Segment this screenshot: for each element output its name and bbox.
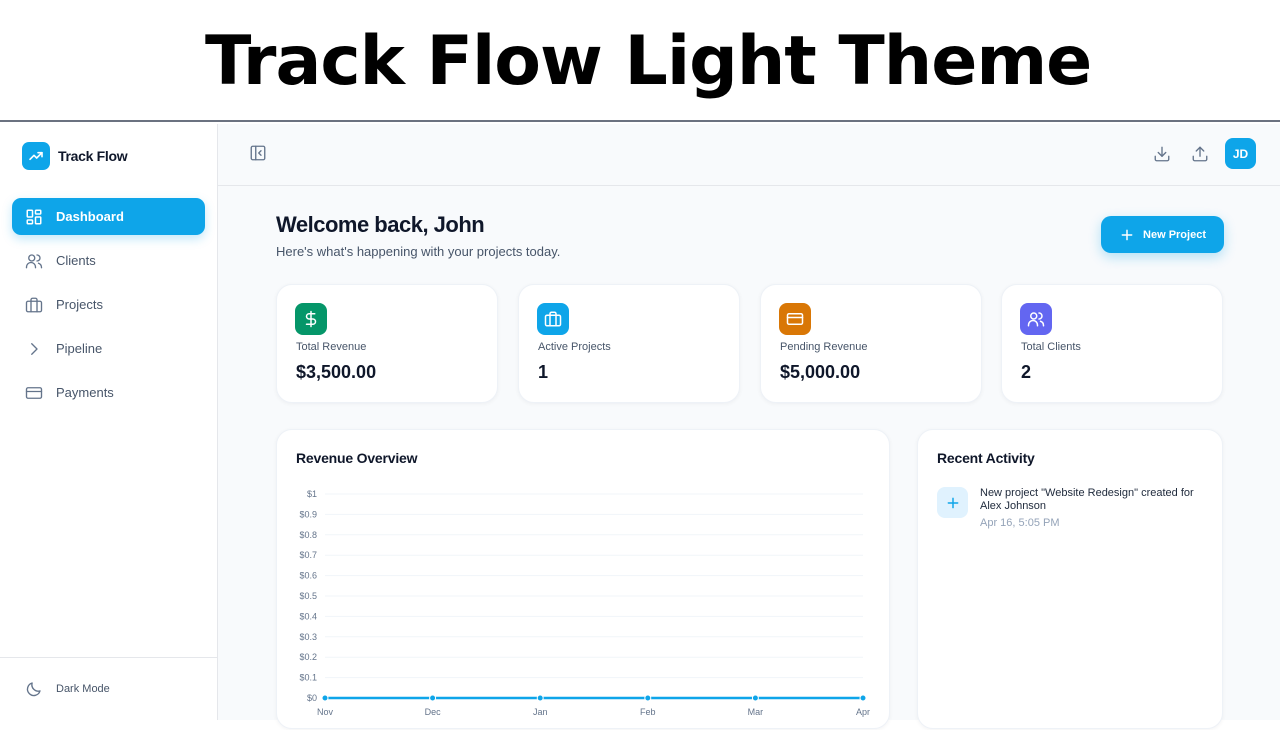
sidebar: Track Flow Dashboard Clients Projects Pi… <box>0 124 218 720</box>
recent-activity-title: Recent Activity <box>937 450 1035 466</box>
stat-label: Total Clients <box>1021 341 1081 353</box>
dark-mode-label: Dark Mode <box>56 683 110 695</box>
stat-card-total-clients: Total Clients 2 <box>1001 284 1223 403</box>
plus-icon <box>937 487 968 518</box>
dark-mode-toggle[interactable]: Dark Mode <box>0 657 217 720</box>
stat-value: $3,500.00 <box>296 362 377 382</box>
stat-label: Total Revenue <box>296 341 367 353</box>
y-tick-label: $0.7 <box>299 550 317 560</box>
plus-icon <box>1121 229 1133 240</box>
app-window: Track Flow Dashboard Clients Projects Pi… <box>0 124 1280 729</box>
y-tick-label: $0 <box>307 693 317 703</box>
y-tick-label: $0.3 <box>299 632 317 642</box>
stat-card-active-projects: Active Projects 1 <box>518 284 740 403</box>
page-title: Welcome back, John <box>276 212 485 237</box>
briefcase-icon <box>537 303 569 335</box>
data-point[interactable] <box>859 694 867 702</box>
layout-grid-icon <box>26 209 42 224</box>
sidebar-item-label: Projects <box>56 297 103 312</box>
activity-text: New project "Website Redesign" created f… <box>980 487 1194 512</box>
y-tick-label: $0.5 <box>299 591 317 601</box>
data-point[interactable] <box>644 694 652 702</box>
credit-card-icon <box>779 303 811 335</box>
data-point[interactable] <box>429 694 437 702</box>
y-tick-label: $0.6 <box>299 571 317 581</box>
credit-card-icon <box>25 386 43 399</box>
upload-icon[interactable] <box>1185 139 1215 169</box>
panel-left-close-icon[interactable] <box>249 144 267 167</box>
topbar: JD <box>218 124 1280 186</box>
stat-value: 2 <box>1021 362 1032 382</box>
welcome-header: Welcome back, John Here's what's happeni… <box>276 212 560 259</box>
x-tick-label: Apr <box>856 707 870 717</box>
moon-icon <box>26 682 41 697</box>
sidebar-nav: Dashboard Clients Projects Pipeline Paym… <box>12 198 205 418</box>
stat-card-pending-revenue: Pending Revenue $5,000.00 <box>760 284 982 403</box>
x-tick-label: Jan <box>533 707 548 717</box>
new-project-label: New Project <box>1143 228 1206 241</box>
y-tick-label: $0.9 <box>299 509 317 519</box>
chevron-right-icon <box>31 342 38 355</box>
revenue-chart: $0 $0.1 $0.2 $0.3 $0.4 $0.5 $0.6 $0.7 $0.8 $0.9 $1… <box>299 489 870 717</box>
avatar[interactable]: JD <box>1225 138 1256 169</box>
sidebar-item-label: Clients <box>56 253 96 268</box>
dollar-icon <box>295 303 327 335</box>
activity-time: Apr 16, 5:05 PM <box>980 517 1060 529</box>
sidebar-item-label: Dashboard <box>56 209 124 224</box>
x-tick-label: Mar <box>748 707 764 717</box>
banner: Track Flow Light Theme <box>0 0 1280 122</box>
trending-up-icon <box>22 142 50 170</box>
data-point[interactable] <box>321 694 329 702</box>
banner-title: Track Flow Light Theme <box>205 22 1092 101</box>
y-tick-label: $0.8 <box>299 530 317 540</box>
sidebar-item-dashboard[interactable]: Dashboard <box>12 198 205 235</box>
briefcase-icon <box>25 297 43 312</box>
sidebar-item-payments[interactable]: Payments <box>12 374 205 411</box>
recent-activity-panel: Recent Activity New project "Website Red… <box>917 429 1223 729</box>
data-point[interactable] <box>751 694 759 702</box>
sidebar-item-label: Pipeline <box>56 341 103 356</box>
page-subtitle: Here's what's happening with your projec… <box>276 244 561 259</box>
users-icon <box>25 253 43 268</box>
data-point[interactable] <box>536 694 544 702</box>
y-tick-label: $0.1 <box>299 673 317 683</box>
brand-name: Track Flow <box>58 148 128 164</box>
y-tick-label: $0.4 <box>299 611 317 621</box>
stat-card-total-revenue: Total Revenue $3,500.00 <box>276 284 498 403</box>
stat-value: $5,000.00 <box>780 362 861 382</box>
sidebar-item-projects[interactable]: Projects <box>12 286 205 323</box>
revenue-overview-panel: Revenue Overview $0 $0.1 $0.2 $0.3 $0.4 $0.5 $… <box>276 429 890 729</box>
y-tick-label: $1 <box>307 489 317 499</box>
brand[interactable]: Track Flow <box>22 142 128 170</box>
sidebar-item-pipeline[interactable]: Pipeline <box>12 330 205 367</box>
sidebar-item-label: Payments <box>56 385 114 400</box>
new-project-button[interactable]: New Project <box>1101 216 1224 253</box>
download-icon[interactable] <box>1147 139 1177 169</box>
sidebar-item-clients[interactable]: Clients <box>12 242 205 279</box>
stat-value: 1 <box>538 362 549 382</box>
top-actions: JD <box>1147 138 1256 169</box>
x-tick-label: Dec <box>425 707 442 717</box>
users-icon <box>1020 303 1052 335</box>
y-tick-label: $0.2 <box>299 652 317 662</box>
x-tick-label: Nov <box>317 707 334 717</box>
stat-label: Pending Revenue <box>780 341 868 353</box>
stat-label: Active Projects <box>538 341 611 353</box>
x-tick-label: Feb <box>640 707 656 717</box>
